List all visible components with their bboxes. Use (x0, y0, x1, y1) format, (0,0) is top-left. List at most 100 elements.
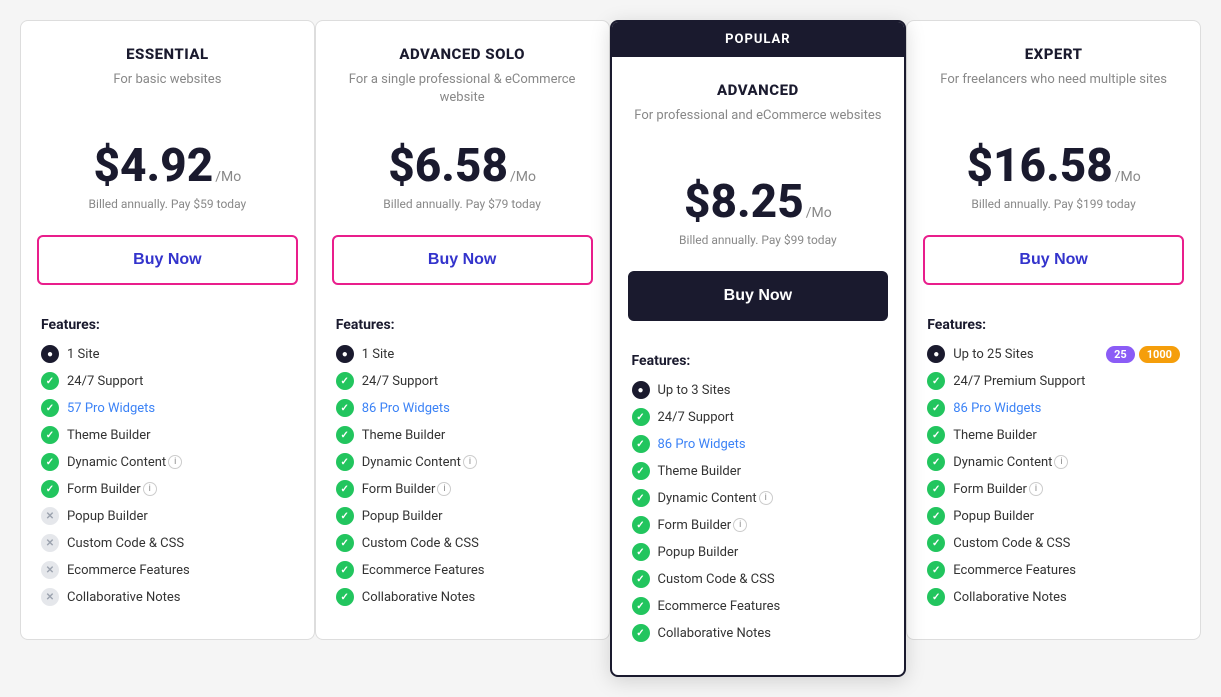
feature-item-expert-3: ✓Theme Builder (927, 426, 1180, 444)
feature-text-essential-7: Custom Code & CSS (67, 536, 184, 551)
feature-item-advanced-6: ✓Popup Builder (632, 543, 885, 561)
feature-icon-advanced-solo-5: ✓ (336, 480, 354, 498)
plan-price-wrapper-expert: $16.58 /Mo Billed annually. Pay $199 tod… (907, 123, 1200, 235)
info-icon-expert-4: i (1054, 455, 1068, 469)
price-amount-essential: $4.92 (94, 139, 214, 193)
buy-now-row-advanced-solo: Buy Now (316, 235, 609, 301)
plan-card-advanced: POPULAR ADVANCED For professional and eC… (610, 20, 907, 677)
feature-link-advanced-2[interactable]: 86 Pro Widgets (658, 437, 746, 452)
feature-text-row-advanced-2: 86 Pro Widgets (658, 437, 885, 452)
feature-text-row-expert-7: Custom Code & CSS (953, 536, 1180, 551)
plan-desc-advanced-solo: For a single professional & eCommerce we… (336, 71, 589, 107)
feature-item-advanced-9: ✓ Collaborative Notes (632, 624, 885, 642)
feature-icon-expert-8: ✓ (927, 561, 945, 579)
feature-item-essential-5: ✓Form Builderi (41, 480, 294, 498)
feature-text-essential-9: Collaborative Notes (67, 590, 181, 605)
feature-text-advanced-8: Ecommerce Features (658, 599, 781, 614)
feature-text-row-advanced-solo-8: Ecommerce Features (362, 563, 589, 578)
feature-icon-advanced-0: ● (632, 381, 650, 399)
feature-text-advanced-solo-1: 24/7 Support (362, 374, 438, 389)
feature-text-row-expert-9: Collaborative Notes (953, 590, 1180, 605)
feature-text-advanced-solo-6: Popup Builder (362, 509, 443, 524)
feature-text-row-advanced-solo-9: Collaborative Notes (362, 590, 589, 605)
feature-icon-advanced-8: ✓ (632, 597, 650, 615)
feature-text-advanced-3: Theme Builder (658, 464, 742, 479)
feature-text-row-essential-1: 24/7 Support (67, 374, 294, 389)
feature-text-row-essential-9: Collaborative Notes (67, 590, 294, 605)
feature-icon-advanced-9: ✓ (632, 624, 650, 642)
feature-text-advanced-solo-8: Ecommerce Features (362, 563, 485, 578)
feature-text-row-advanced-0: Up to 3 Sites (658, 383, 885, 398)
buy-now-button-essential[interactable]: Buy Now (37, 235, 298, 285)
plan-price-advanced-solo: $6.58 /Mo (336, 139, 589, 193)
feature-text-essential-0: 1 Site (67, 347, 100, 362)
feature-text-advanced-5: Form Builder (658, 518, 732, 533)
feature-text-row-advanced-solo-1: 24/7 Support (362, 374, 589, 389)
feature-link-essential-2[interactable]: 57 Pro Widgets (67, 401, 155, 416)
price-mo-essential: /Mo (215, 169, 241, 185)
feature-item-advanced-7: ✓Custom Code & CSS (632, 570, 885, 588)
plan-card-expert: EXPERT For freelancers who need multiple… (906, 20, 1201, 640)
feature-icon-essential-7: ✕ (41, 534, 59, 552)
feature-icon-essential-5: ✓ (41, 480, 59, 498)
feature-item-advanced-5: ✓Form Builderi (632, 516, 885, 534)
feature-item-advanced-1: ✓24/7 Support (632, 408, 885, 426)
feature-text-advanced-7: Custom Code & CSS (658, 572, 775, 587)
feature-icon-expert-7: ✓ (927, 534, 945, 552)
feature-text-row-advanced-4: Dynamic Contenti (658, 491, 885, 506)
feature-link-expert-2[interactable]: 86 Pro Widgets (953, 401, 1041, 416)
feature-text-advanced-9: Collaborative Notes (658, 626, 772, 641)
feature-icon-advanced-2: ✓ (632, 435, 650, 453)
plan-price-wrapper-advanced: $8.25 /Mo Billed annually. Pay $99 today (612, 159, 905, 271)
feature-text-row-expert-2: 86 Pro Widgets (953, 401, 1180, 416)
info-icon-essential-5: i (143, 482, 157, 496)
feature-text-row-advanced-solo-5: Form Builderi (362, 482, 589, 497)
buy-now-row-advanced: Buy Now (612, 271, 905, 337)
feature-text-essential-4: Dynamic Content (67, 455, 166, 470)
feature-item-expert-7: ✓ Custom Code & CSS (927, 534, 1180, 552)
feature-item-advanced-solo-1: ✓24/7 Support (336, 372, 589, 390)
buy-now-button-advanced[interactable]: Buy Now (628, 271, 889, 321)
price-billing-essential: Billed annually. Pay $59 today (41, 197, 294, 227)
buy-now-button-expert[interactable]: Buy Now (923, 235, 1184, 285)
feature-text-row-expert-6: Popup Builder (953, 509, 1180, 524)
plan-header-expert: EXPERT For freelancers who need multiple… (907, 21, 1200, 123)
feature-item-advanced-solo-4: ✓Dynamic Contenti (336, 453, 589, 471)
plan-price-advanced: $8.25 /Mo (632, 175, 885, 229)
buy-now-button-advanced-solo[interactable]: Buy Now (332, 235, 593, 285)
feature-text-essential-3: Theme Builder (67, 428, 151, 443)
plan-price-essential: $4.92 /Mo (41, 139, 294, 193)
feature-text-row-advanced-solo-2: 86 Pro Widgets (362, 401, 589, 416)
feature-text-expert-5: Form Builder (953, 482, 1027, 497)
feature-link-advanced-solo-2[interactable]: 86 Pro Widgets (362, 401, 450, 416)
feature-icon-essential-3: ✓ (41, 426, 59, 444)
price-amount-advanced: $8.25 (684, 175, 804, 229)
feature-item-advanced-solo-3: ✓Theme Builder (336, 426, 589, 444)
feature-icon-advanced-4: ✓ (632, 489, 650, 507)
plan-name-advanced-solo: ADVANCED SOLO (336, 45, 589, 63)
feature-item-advanced-2: ✓ 86 Pro Widgets (632, 435, 885, 453)
feature-icon-expert-3: ✓ (927, 426, 945, 444)
info-icon-advanced-5: i (733, 518, 747, 532)
feature-text-expert-0: Up to 25 Sites (953, 347, 1033, 362)
plan-name-expert: EXPERT (927, 45, 1180, 63)
feature-item-essential-1: ✓24/7 Support (41, 372, 294, 390)
feature-text-advanced-6: Popup Builder (658, 545, 739, 560)
plan-price-wrapper-essential: $4.92 /Mo Billed annually. Pay $59 today (21, 123, 314, 235)
price-mo-advanced-solo: /Mo (510, 169, 536, 185)
feature-item-essential-0: ●1 Site (41, 345, 294, 363)
pricing-container: ESSENTIAL For basic websites $4.92 /Mo B… (20, 20, 1201, 677)
feature-text-row-advanced-solo-6: Popup Builder (362, 509, 589, 524)
features-title-essential: Features: (41, 317, 294, 333)
badge-1000-expert: 1000 (1139, 346, 1180, 363)
feature-icon-expert-0: ● (927, 345, 945, 363)
feature-item-essential-2: ✓57 Pro Widgets (41, 399, 294, 417)
features-title-expert: Features: (927, 317, 1180, 333)
price-billing-advanced-solo: Billed annually. Pay $79 today (336, 197, 589, 227)
plan-price-expert: $16.58 /Mo (927, 139, 1180, 193)
feature-text-row-advanced-solo-4: Dynamic Contenti (362, 455, 589, 470)
feature-item-advanced-solo-8: ✓Ecommerce Features (336, 561, 589, 579)
feature-icon-essential-9: ✕ (41, 588, 59, 606)
feature-icon-essential-8: ✕ (41, 561, 59, 579)
feature-icon-expert-5: ✓ (927, 480, 945, 498)
